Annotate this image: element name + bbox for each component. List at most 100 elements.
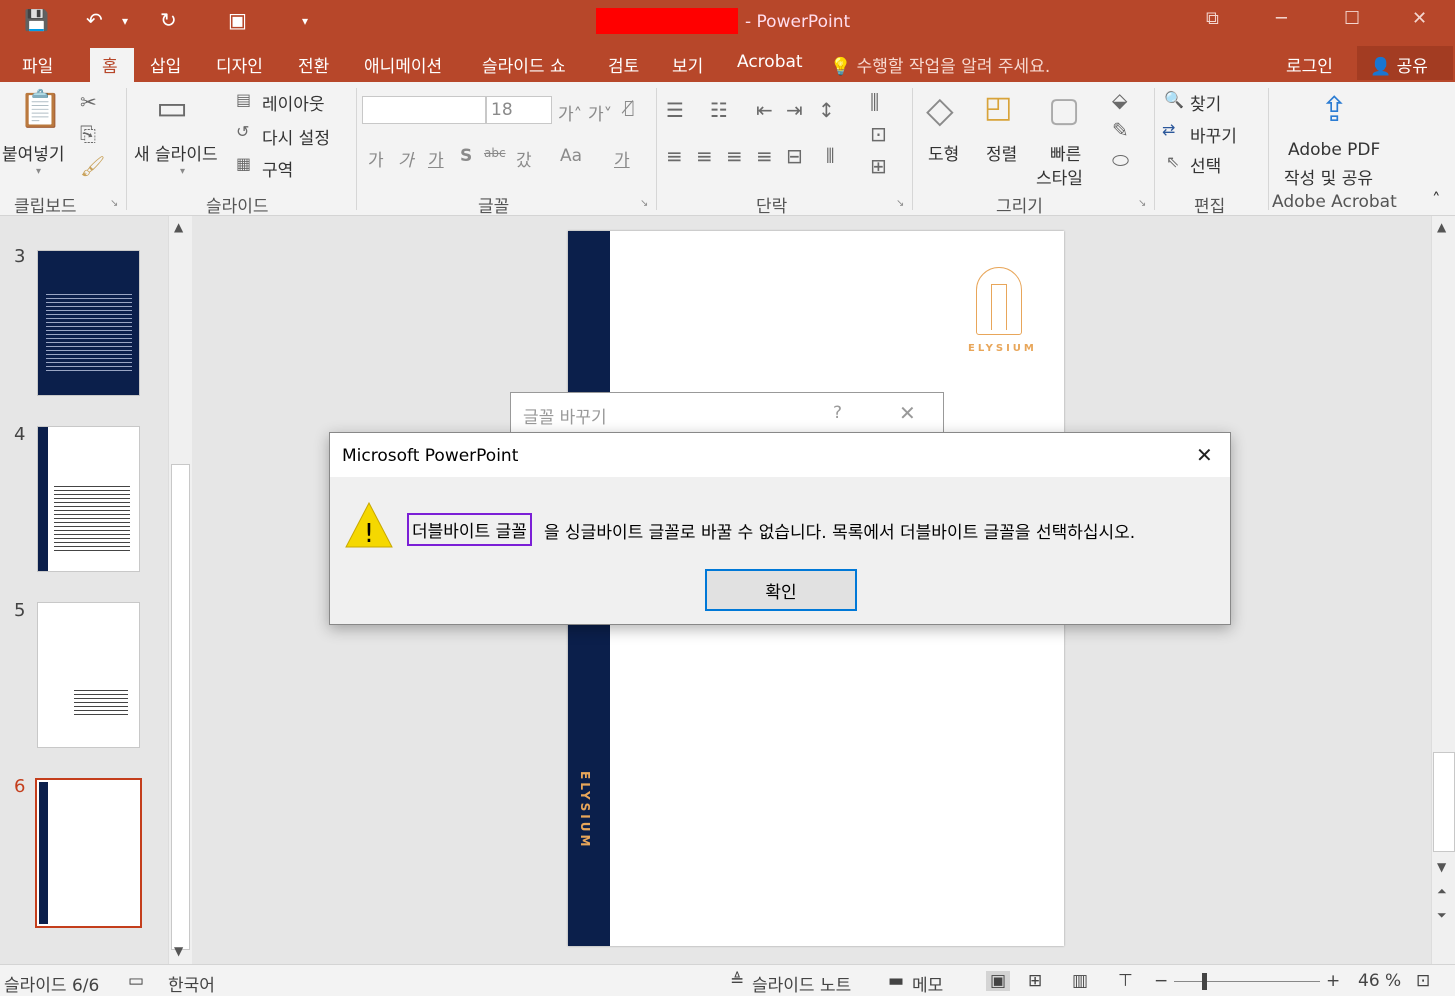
zoom-in-icon[interactable]: +: [1326, 971, 1340, 991]
increase-indent-icon[interactable]: ⇥: [786, 98, 803, 122]
change-case-icon[interactable]: Aa: [560, 146, 582, 166]
decrease-indent-icon[interactable]: ⇤: [756, 98, 773, 122]
shrink-font-icon[interactable]: 가˅: [588, 100, 612, 125]
smartart-icon[interactable]: ⊞: [870, 154, 887, 178]
notes-button[interactable]: 슬라이드 노트: [752, 971, 851, 996]
zoom-slider-track[interactable]: [1174, 981, 1320, 982]
slideshow-icon[interactable]: ▣: [228, 8, 247, 32]
scroll-thumb[interactable]: [1433, 752, 1455, 852]
tell-me-box[interactable]: 💡 수행할 작업을 알려 주세요.: [830, 52, 1050, 77]
tab-view[interactable]: 보기: [672, 52, 703, 77]
reset-button[interactable]: 다시 설정: [262, 124, 330, 149]
new-slide-dropdown-icon[interactable]: ▾: [180, 166, 185, 177]
columns-icon[interactable]: ⫴: [826, 144, 834, 168]
login-link[interactable]: 로그인: [1286, 52, 1333, 77]
italic-icon[interactable]: 가: [398, 146, 414, 171]
paragraph-launcher-icon[interactable]: ↘: [896, 198, 904, 209]
adobe-pdf-line2[interactable]: 작성 및 공유: [1284, 164, 1373, 189]
paste-button[interactable]: 붙여넣기: [2, 140, 65, 165]
tab-home[interactable]: 홈: [102, 52, 118, 77]
char-spacing-icon[interactable]: 갔: [516, 146, 532, 171]
slide-thumbnail-5[interactable]: [37, 602, 140, 748]
reading-view-icon[interactable]: ▥: [1072, 971, 1088, 991]
minimize-icon[interactable]: ─: [1276, 8, 1287, 29]
adobe-pdf-line1[interactable]: Adobe PDF: [1288, 140, 1380, 160]
select-button[interactable]: 선택: [1190, 152, 1221, 177]
quick-styles-icon[interactable]: ▢: [1048, 90, 1080, 130]
tab-review[interactable]: 검토: [608, 52, 639, 77]
slide-thumbnail-4[interactable]: [37, 426, 140, 572]
tab-animations[interactable]: 애니메이션: [364, 52, 442, 77]
next-slide-icon[interactable]: ⏷: [1437, 908, 1447, 923]
tab-design[interactable]: 디자인: [216, 52, 263, 77]
create-pdf-icon[interactable]: ⇪: [1320, 90, 1349, 130]
numbering-icon[interactable]: ☷: [710, 98, 728, 122]
grow-font-icon[interactable]: 가˄: [558, 100, 582, 125]
tab-transitions[interactable]: 전환: [298, 52, 329, 77]
align-right-icon[interactable]: ≡: [726, 144, 743, 168]
shape-outline-icon[interactable]: ✎: [1112, 118, 1129, 142]
cut-icon[interactable]: ✂: [80, 90, 97, 114]
quick-styles-line1[interactable]: 빠른: [1050, 140, 1081, 165]
copy-icon[interactable]: ⎘: [80, 122, 96, 146]
shapes-icon[interactable]: ◇: [926, 90, 954, 131]
strikethrough-icon[interactable]: abc: [484, 146, 506, 160]
slide-scrollbar[interactable]: ▲ ▼ ⏶ ⏷: [1431, 216, 1455, 964]
slide-thumbnail-6[interactable]: [35, 778, 142, 928]
ribbon-display-icon[interactable]: ⧉: [1206, 8, 1219, 29]
close-icon[interactable]: ✕: [1412, 8, 1427, 29]
tab-acrobat[interactable]: Acrobat: [737, 52, 803, 72]
redo-icon[interactable]: ↻: [160, 8, 177, 32]
underline-icon[interactable]: 가: [428, 146, 444, 171]
spellcheck-icon[interactable]: ▭: [128, 971, 144, 991]
slideshow-view-icon[interactable]: ⊤: [1118, 971, 1133, 991]
clear-format-icon[interactable]: 가̸: [624, 98, 634, 118]
quick-styles-line2[interactable]: 스타일: [1036, 164, 1083, 189]
tab-file[interactable]: 파일: [22, 52, 53, 77]
tab-slideshow[interactable]: 슬라이드 쇼: [482, 52, 566, 77]
align-left-icon[interactable]: ≡: [666, 144, 683, 168]
line-spacing-icon[interactable]: ↕: [818, 98, 835, 122]
align-text-icon[interactable]: ⊡: [870, 122, 887, 146]
save-icon[interactable]: 💾: [24, 8, 49, 32]
thumbnail-scrollbar[interactable]: ▲ ▼: [168, 216, 192, 964]
zoom-slider-thumb[interactable]: [1202, 973, 1207, 990]
shape-fill-icon[interactable]: ⬙: [1112, 88, 1127, 112]
ok-button[interactable]: 확인: [705, 569, 857, 611]
bullets-icon[interactable]: ☰: [666, 98, 684, 122]
normal-view-icon[interactable]: ▣: [986, 971, 1011, 991]
scroll-thumb[interactable]: [171, 464, 190, 950]
scroll-up-icon[interactable]: ▲: [1437, 220, 1446, 234]
scroll-up-icon[interactable]: ▲: [174, 220, 183, 234]
scroll-down-icon[interactable]: ▼: [1437, 860, 1446, 874]
align-center-icon[interactable]: ≡: [696, 144, 713, 168]
bold-icon[interactable]: 가: [368, 146, 384, 171]
customize-qat-icon[interactable]: ▾: [302, 14, 308, 28]
undo-icon[interactable]: ↶: [86, 8, 103, 32]
replace-button[interactable]: 바꾸기: [1190, 122, 1237, 147]
help-icon[interactable]: ?: [833, 403, 842, 423]
tab-insert[interactable]: 삽입: [150, 52, 181, 77]
font-launcher-icon[interactable]: ↘: [640, 198, 648, 209]
zoom-out-icon[interactable]: −: [1154, 971, 1168, 991]
zoom-level[interactable]: 46 %: [1358, 971, 1401, 991]
format-painter-icon[interactable]: 🖌: [80, 154, 105, 178]
justify-icon[interactable]: ≡: [756, 144, 773, 168]
distributed-icon[interactable]: ⊟: [786, 144, 803, 168]
collapse-ribbon-icon[interactable]: ˄: [1432, 190, 1441, 210]
slide-sorter-icon[interactable]: ⊞: [1028, 971, 1042, 991]
shape-effects-icon[interactable]: ⬭: [1112, 148, 1129, 172]
new-slide-button[interactable]: 새 슬라이드: [134, 140, 218, 165]
language-indicator[interactable]: 한국어: [168, 971, 215, 996]
find-button[interactable]: 찾기: [1190, 90, 1221, 115]
undo-dropdown-icon[interactable]: ▾: [122, 14, 128, 28]
comments-button[interactable]: 메모: [912, 971, 943, 996]
maximize-icon[interactable]: ☐: [1344, 8, 1360, 29]
scroll-down-icon[interactable]: ▼: [174, 944, 183, 958]
slide-thumbnail-3[interactable]: [37, 250, 140, 396]
drawing-launcher-icon[interactable]: ↘: [1138, 198, 1146, 209]
arrange-icon[interactable]: ◰: [984, 90, 1012, 125]
fit-slide-icon[interactable]: ⊡: [1416, 971, 1430, 991]
close-icon[interactable]: ✕: [1196, 443, 1213, 467]
section-button[interactable]: 구역: [262, 156, 293, 181]
